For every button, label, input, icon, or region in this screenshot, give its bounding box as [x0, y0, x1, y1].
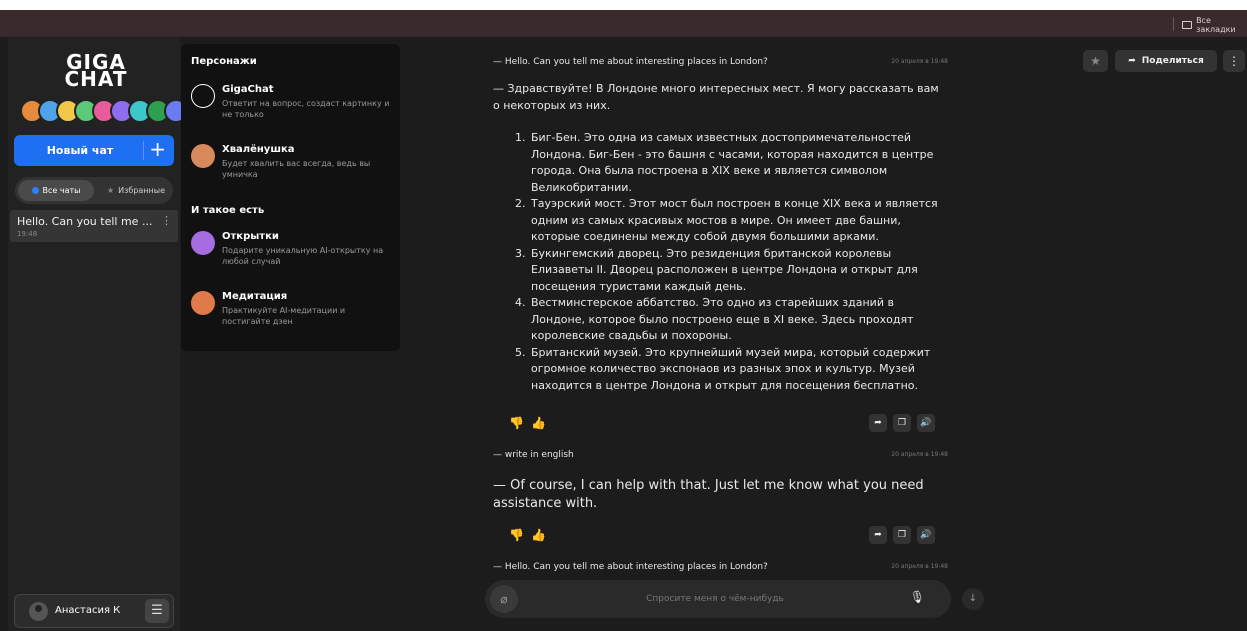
- character-name: Открытки: [222, 231, 279, 242]
- user-message: — write in english 20 апреля в 19:48: [493, 450, 953, 460]
- character-description: Подарите уникальную AI-открытку на любой…: [222, 246, 384, 266]
- avatar: [29, 602, 48, 621]
- assistant-intro: — Здравствуйте! В Лондоне много интересн…: [493, 82, 939, 112]
- speaker-icon[interactable]: 🔊: [917, 414, 935, 432]
- conversation-area: — Hello. Can you tell me about interesti…: [485, 37, 955, 631]
- meditation-star-icon: [191, 291, 215, 315]
- character-description: Ответит на вопрос, создаст картинку и не…: [222, 99, 390, 119]
- hamburger-menu-button[interactable]: ☰: [145, 599, 169, 623]
- section-title-more: И такое есть: [191, 205, 265, 216]
- character-gigachat[interactable]: GigaChat Ответит на вопрос, создаст карт…: [191, 84, 391, 124]
- assistant-text: — Of course, I can help with that. Just …: [493, 478, 924, 511]
- like-icon[interactable]: 👍: [531, 414, 546, 432]
- message-time: 20 апреля в 19:48: [891, 451, 948, 458]
- share-label: Поделиться: [1141, 56, 1204, 66]
- message-input[interactable]: [525, 590, 905, 608]
- filter-all-chats[interactable]: Все чаты: [18, 180, 94, 201]
- gigachat-logo: GIGA CHAT: [51, 52, 141, 91]
- chat-filter-toggle: Все чаты ★ Избранные: [15, 177, 173, 204]
- character-name: GigaChat: [222, 84, 274, 95]
- list-item: Вестминстерское аббатство. Это одно из с…: [529, 295, 943, 345]
- message-actions: 👎 👍 ➦ ❐ 🔊: [505, 414, 943, 432]
- more-options-button[interactable]: ⋮: [1223, 50, 1245, 72]
- copy-icon[interactable]: ❐: [893, 526, 911, 544]
- chat-bubble-icon: [31, 187, 39, 194]
- character-meditation[interactable]: Медитация Практикуйте AI-медитации и пос…: [191, 291, 391, 331]
- list-item: Биг-Бен. Это одна из самых известных дос…: [529, 130, 943, 196]
- share-button[interactable]: ➦ Поделиться: [1115, 50, 1217, 72]
- folder-icon: [1182, 21, 1193, 29]
- sticker-row: [20, 99, 188, 123]
- share-arrow-icon[interactable]: ➦: [869, 526, 887, 544]
- character-description: Будет хвалить вас всегда, ведь вы умничк…: [222, 159, 371, 179]
- chat-title: Hello. Can you tell me ...: [17, 215, 153, 228]
- like-icon[interactable]: 👍: [531, 526, 546, 544]
- more-icon: ⋮: [1228, 54, 1240, 68]
- sidebar: GIGA CHAT Новый чат + Все чаты ★ Избранн…: [8, 37, 188, 631]
- microphone-icon[interactable]: 🎙: [910, 590, 925, 604]
- character-name: Медитация: [222, 291, 288, 302]
- user-message-text: — Hello. Can you tell me about interesti…: [493, 57, 768, 67]
- chat-menu-icon[interactable]: ⋮: [161, 214, 172, 227]
- share-arrow-icon[interactable]: ➦: [869, 414, 887, 432]
- bookmarks-separator: [1173, 17, 1174, 31]
- app-window: GIGA CHAT Новый чат + Все чаты ★ Избранн…: [0, 37, 1247, 631]
- filter-favorites[interactable]: ★ Избранные: [101, 180, 171, 201]
- character-postcards[interactable]: Открытки Подарите уникальную AI-открытку…: [191, 231, 391, 271]
- assistant-message: — Of course, I can help with that. Just …: [493, 477, 943, 513]
- character-name: Хвалёнушка: [222, 144, 295, 155]
- chat-time: 19:48: [17, 230, 38, 238]
- speaker-icon[interactable]: 🔊: [917, 526, 935, 544]
- message-time: 20 апреля в 19:48: [891, 58, 948, 65]
- star-icon: ★: [1090, 54, 1101, 68]
- list-item: Букингемский дворец. Это резиденция брит…: [529, 246, 943, 296]
- user-profile-bar[interactable]: Анастасия К ☰: [14, 594, 174, 628]
- assistant-message: — Здравствуйте! В Лондоне много интересн…: [493, 81, 943, 394]
- user-name: Анастасия К: [55, 605, 121, 616]
- filter-all-label: Все чаты: [42, 186, 81, 195]
- star-icon: ★: [106, 186, 115, 195]
- dislike-icon[interactable]: 👎: [509, 526, 524, 544]
- favorite-star-button[interactable]: ★: [1083, 50, 1108, 72]
- user-message: — Hello. Can you tell me about interesti…: [493, 57, 953, 67]
- section-title-characters: Персонажи: [191, 56, 257, 67]
- chat-list-item[interactable]: Hello. Can you tell me ... 19:48 ⋮: [10, 210, 178, 242]
- new-chat-divider: [143, 141, 144, 160]
- all-bookmarks-label: Все закладки: [1196, 16, 1236, 34]
- new-chat-label: Новый чат: [46, 144, 114, 157]
- share-arrow-icon: ➦: [1128, 56, 1136, 66]
- dislike-icon[interactable]: 👎: [509, 414, 524, 432]
- message-input-bar: ⌀ 🎙: [485, 580, 951, 618]
- user-message-text: — Hello. Can you tell me about interesti…: [493, 562, 768, 572]
- user-message-text: — write in english: [493, 450, 574, 460]
- postcard-star-icon: [191, 231, 215, 255]
- new-chat-button[interactable]: Новый чат +: [14, 135, 174, 166]
- user-message: — Hello. Can you tell me about interesti…: [493, 562, 953, 572]
- places-list: Биг-Бен. Это одна из самых известных дос…: [493, 130, 943, 394]
- bookmarks-bar: Все закладки: [0, 10, 1247, 37]
- message-time: 20 апреля в 19:48: [891, 563, 948, 570]
- gigachat-logo-icon: [191, 84, 215, 108]
- scroll-down-icon[interactable]: ↓: [962, 588, 984, 610]
- character-hvalenushka[interactable]: Хвалёнушка Будет хвалить вас всегда, вед…: [191, 144, 391, 184]
- character-description: Практикуйте AI-медитации и постигайте дз…: [222, 306, 346, 326]
- browser-top-strip: [0, 0, 1247, 10]
- message-actions: 👎 👍 ➦ ❐ 🔊: [505, 526, 943, 544]
- copy-icon[interactable]: ❐: [893, 414, 911, 432]
- hvalenushka-avatar-icon: [191, 144, 215, 168]
- filter-favorites-label: Избранные: [118, 186, 166, 195]
- list-item: Британский музей. Это крупнейший музей м…: [529, 345, 943, 395]
- paperclip-icon[interactable]: ⌀: [490, 585, 518, 613]
- characters-panel: Персонажи GigaChat Ответит на вопрос, со…: [181, 44, 400, 351]
- all-bookmarks-button[interactable]: Все закладки: [1182, 16, 1247, 34]
- logo-line-2: CHAT: [64, 67, 128, 91]
- list-item: Тауэрский мост. Этот мост был построен в…: [529, 196, 943, 246]
- plus-icon: +: [149, 137, 166, 161]
